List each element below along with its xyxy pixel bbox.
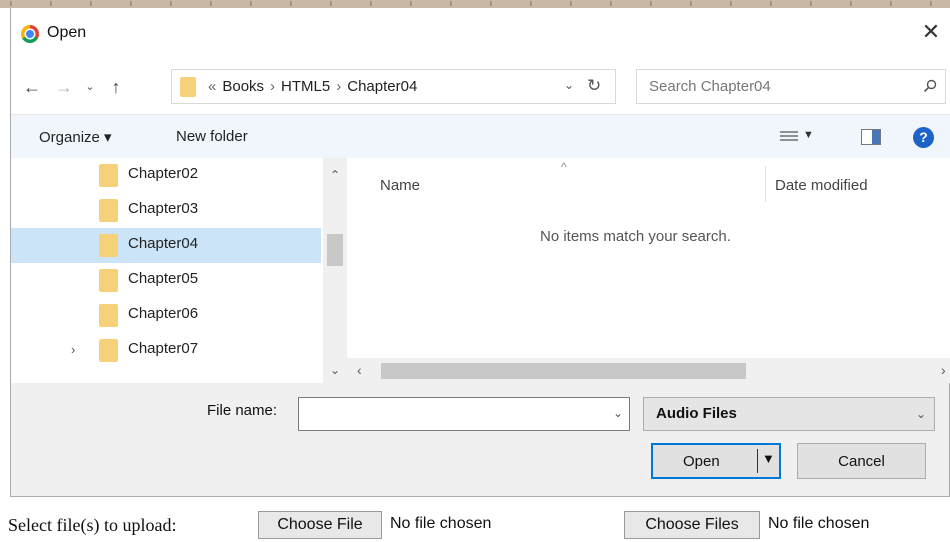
- nav-item-chapter05[interactable]: Chapter05: [11, 263, 321, 298]
- file-name-input[interactable]: [303, 398, 593, 428]
- folder-icon: [99, 164, 118, 187]
- preview-pane-icon[interactable]: [861, 129, 881, 145]
- folder-icon: [99, 234, 118, 257]
- open-button-label: Open: [683, 453, 720, 470]
- recent-locations-chevron-icon[interactable]: ⌄: [79, 76, 101, 98]
- folder-icon: [99, 304, 118, 327]
- title-bar: Open ✕: [11, 8, 950, 58]
- nav-item-label: Chapter05: [128, 270, 199, 287]
- scroll-thumb[interactable]: [381, 363, 746, 379]
- file-type-select[interactable]: Audio Files ⌄: [643, 397, 935, 431]
- scroll-left-icon[interactable]: ‹: [357, 362, 362, 378]
- horizontal-scrollbar[interactable]: ‹ ›: [347, 358, 950, 383]
- close-icon[interactable]: ✕: [917, 18, 945, 46]
- breadcrumb: « Books › HTML5 › Chapter04: [208, 78, 417, 95]
- expand-chevron-icon[interactable]: ›: [71, 342, 75, 357]
- navigation-pane: Chapter02 Chapter03 Chapter04 Chapter05 …: [11, 158, 347, 383]
- nav-item-chapter04[interactable]: Chapter04: [11, 228, 321, 263]
- search-icon[interactable]: [923, 79, 937, 93]
- new-folder-button[interactable]: New folder: [176, 128, 248, 145]
- search-input[interactable]: Search Chapter04: [649, 78, 771, 95]
- help-icon[interactable]: ?: [913, 127, 934, 148]
- file-type-value: Audio Files: [656, 405, 737, 422]
- cancel-button-label: Cancel: [838, 453, 885, 470]
- no-files-chosen-text: No file chosen: [768, 515, 870, 532]
- column-header-date-modified[interactable]: Date modified: [775, 177, 868, 194]
- breadcrumb-overflow-icon[interactable]: «: [208, 78, 216, 95]
- command-toolbar: Organize ▾ New folder ▼ ?: [11, 114, 950, 158]
- column-divider[interactable]: [765, 166, 766, 202]
- refresh-icon[interactable]: ↻: [587, 76, 601, 96]
- nav-item-chapter07[interactable]: › Chapter07: [11, 333, 321, 368]
- cancel-button[interactable]: Cancel: [797, 443, 926, 479]
- search-box[interactable]: Search Chapter04: [636, 69, 946, 104]
- file-name-combobox[interactable]: ⌄: [298, 397, 630, 431]
- address-row: ← → ⌄ ↑ « Books › HTML5 › Chapter04 ⌄ ↻ Searc…: [11, 58, 950, 114]
- breadcrumb-item-chapter04[interactable]: Chapter04: [347, 78, 417, 95]
- choose-file-button[interactable]: Choose File: [258, 511, 382, 539]
- breadcrumb-separator-icon[interactable]: ›: [336, 78, 341, 95]
- nav-item-label: Chapter02: [128, 165, 199, 182]
- nav-item-chapter06[interactable]: Chapter06: [11, 298, 321, 333]
- upload-label: Select file(s) to upload:: [8, 515, 177, 535]
- background-pattern: [10, 1, 940, 6]
- nav-item-label: Chapter07: [128, 340, 199, 357]
- column-header-name[interactable]: Name: [380, 177, 420, 194]
- file-name-label: File name:: [207, 402, 278, 419]
- nav-item-label: Chapter03: [128, 200, 199, 217]
- folder-icon: [99, 269, 118, 292]
- organize-button[interactable]: Organize ▾: [39, 128, 112, 146]
- open-file-dialog: Open ✕ ← → ⌄ ↑ « Books › HTML5 › Chapter04 ⌄ …: [10, 8, 950, 497]
- open-button[interactable]: Open ▼: [651, 443, 781, 479]
- scroll-right-icon[interactable]: ›: [941, 362, 946, 378]
- sort-arrow-icon: ^: [561, 160, 567, 174]
- scroll-up-icon[interactable]: ⌃: [323, 168, 347, 182]
- empty-state-message: No items match your search.: [540, 228, 731, 245]
- open-dropdown-icon[interactable]: ▼: [762, 451, 775, 466]
- nav-item-label: Chapter06: [128, 305, 199, 322]
- breadcrumb-item-html5[interactable]: HTML5: [281, 78, 330, 95]
- background-page-strip: [0, 0, 950, 8]
- nav-pane-scrollbar[interactable]: ⌃ ⌄: [323, 158, 347, 383]
- breadcrumb-separator-icon[interactable]: ›: [270, 78, 275, 95]
- choose-files-button[interactable]: Choose Files: [624, 511, 760, 539]
- nav-item-label: Chapter04: [128, 235, 199, 252]
- nav-item-chapter03[interactable]: Chapter03: [11, 193, 321, 228]
- file-type-dropdown-icon[interactable]: ⌄: [916, 407, 926, 421]
- folder-icon: [99, 339, 118, 362]
- address-dropdown-icon[interactable]: ⌄: [564, 78, 574, 92]
- forward-arrow-icon[interactable]: →: [53, 76, 75, 98]
- folder-icon: [99, 199, 118, 222]
- upload-form-row: Select file(s) to upload: Choose File No…: [0, 497, 950, 542]
- nav-item-chapter02[interactable]: Chapter02: [11, 158, 321, 193]
- file-name-dropdown-icon[interactable]: ⌄: [613, 406, 623, 420]
- file-list-pane: ^ Name Date modified No items match your…: [347, 158, 950, 383]
- breadcrumb-item-books[interactable]: Books: [222, 78, 264, 95]
- dialog-title: Open: [47, 24, 87, 41]
- view-dropdown-icon[interactable]: ▼: [803, 129, 814, 141]
- open-split-divider: [757, 449, 758, 473]
- folder-icon: [180, 77, 196, 97]
- view-options-icon[interactable]: [780, 131, 798, 143]
- address-bar[interactable]: « Books › HTML5 › Chapter04 ⌄ ↻: [171, 69, 616, 104]
- scroll-thumb[interactable]: [327, 234, 343, 266]
- scroll-down-icon[interactable]: ⌄: [323, 363, 347, 377]
- back-arrow-icon[interactable]: ←: [21, 76, 43, 98]
- up-arrow-icon[interactable]: ↑: [105, 76, 127, 98]
- chrome-icon: [21, 25, 39, 43]
- no-file-chosen-text: No file chosen: [390, 515, 492, 532]
